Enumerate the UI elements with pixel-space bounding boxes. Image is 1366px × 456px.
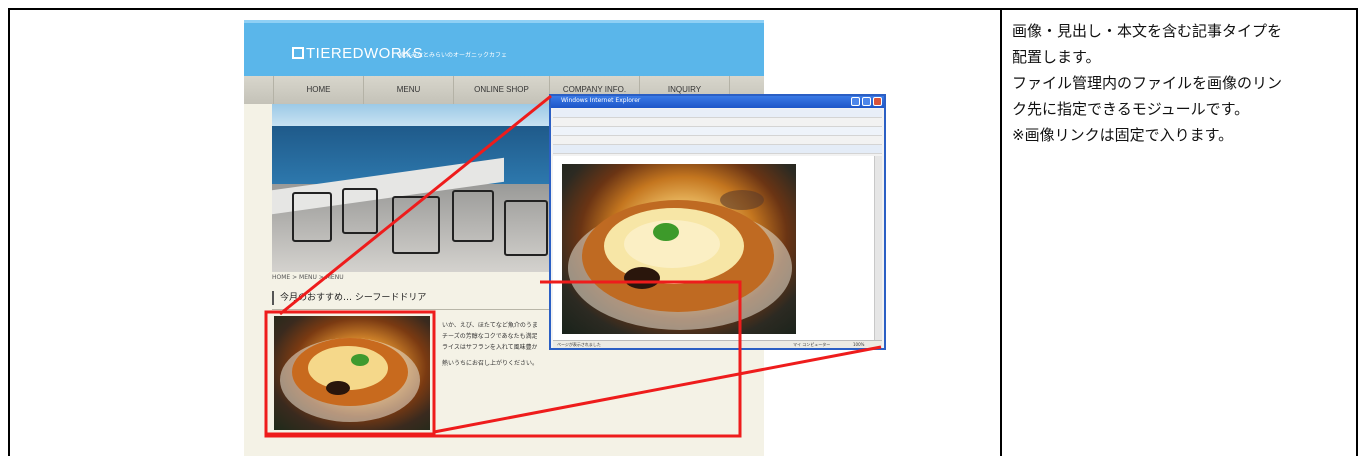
connector-line-bottom xyxy=(433,345,882,434)
screenshot-frame: 画像・見出し・本文を含む記事タイプを 配置します。 ファイル管理内のファイルを画… xyxy=(0,0,1366,456)
connector-line-top xyxy=(279,94,552,316)
highlight-overlay xyxy=(264,94,882,438)
article-highlight-outline xyxy=(264,280,742,438)
image-highlight-box xyxy=(264,310,436,436)
